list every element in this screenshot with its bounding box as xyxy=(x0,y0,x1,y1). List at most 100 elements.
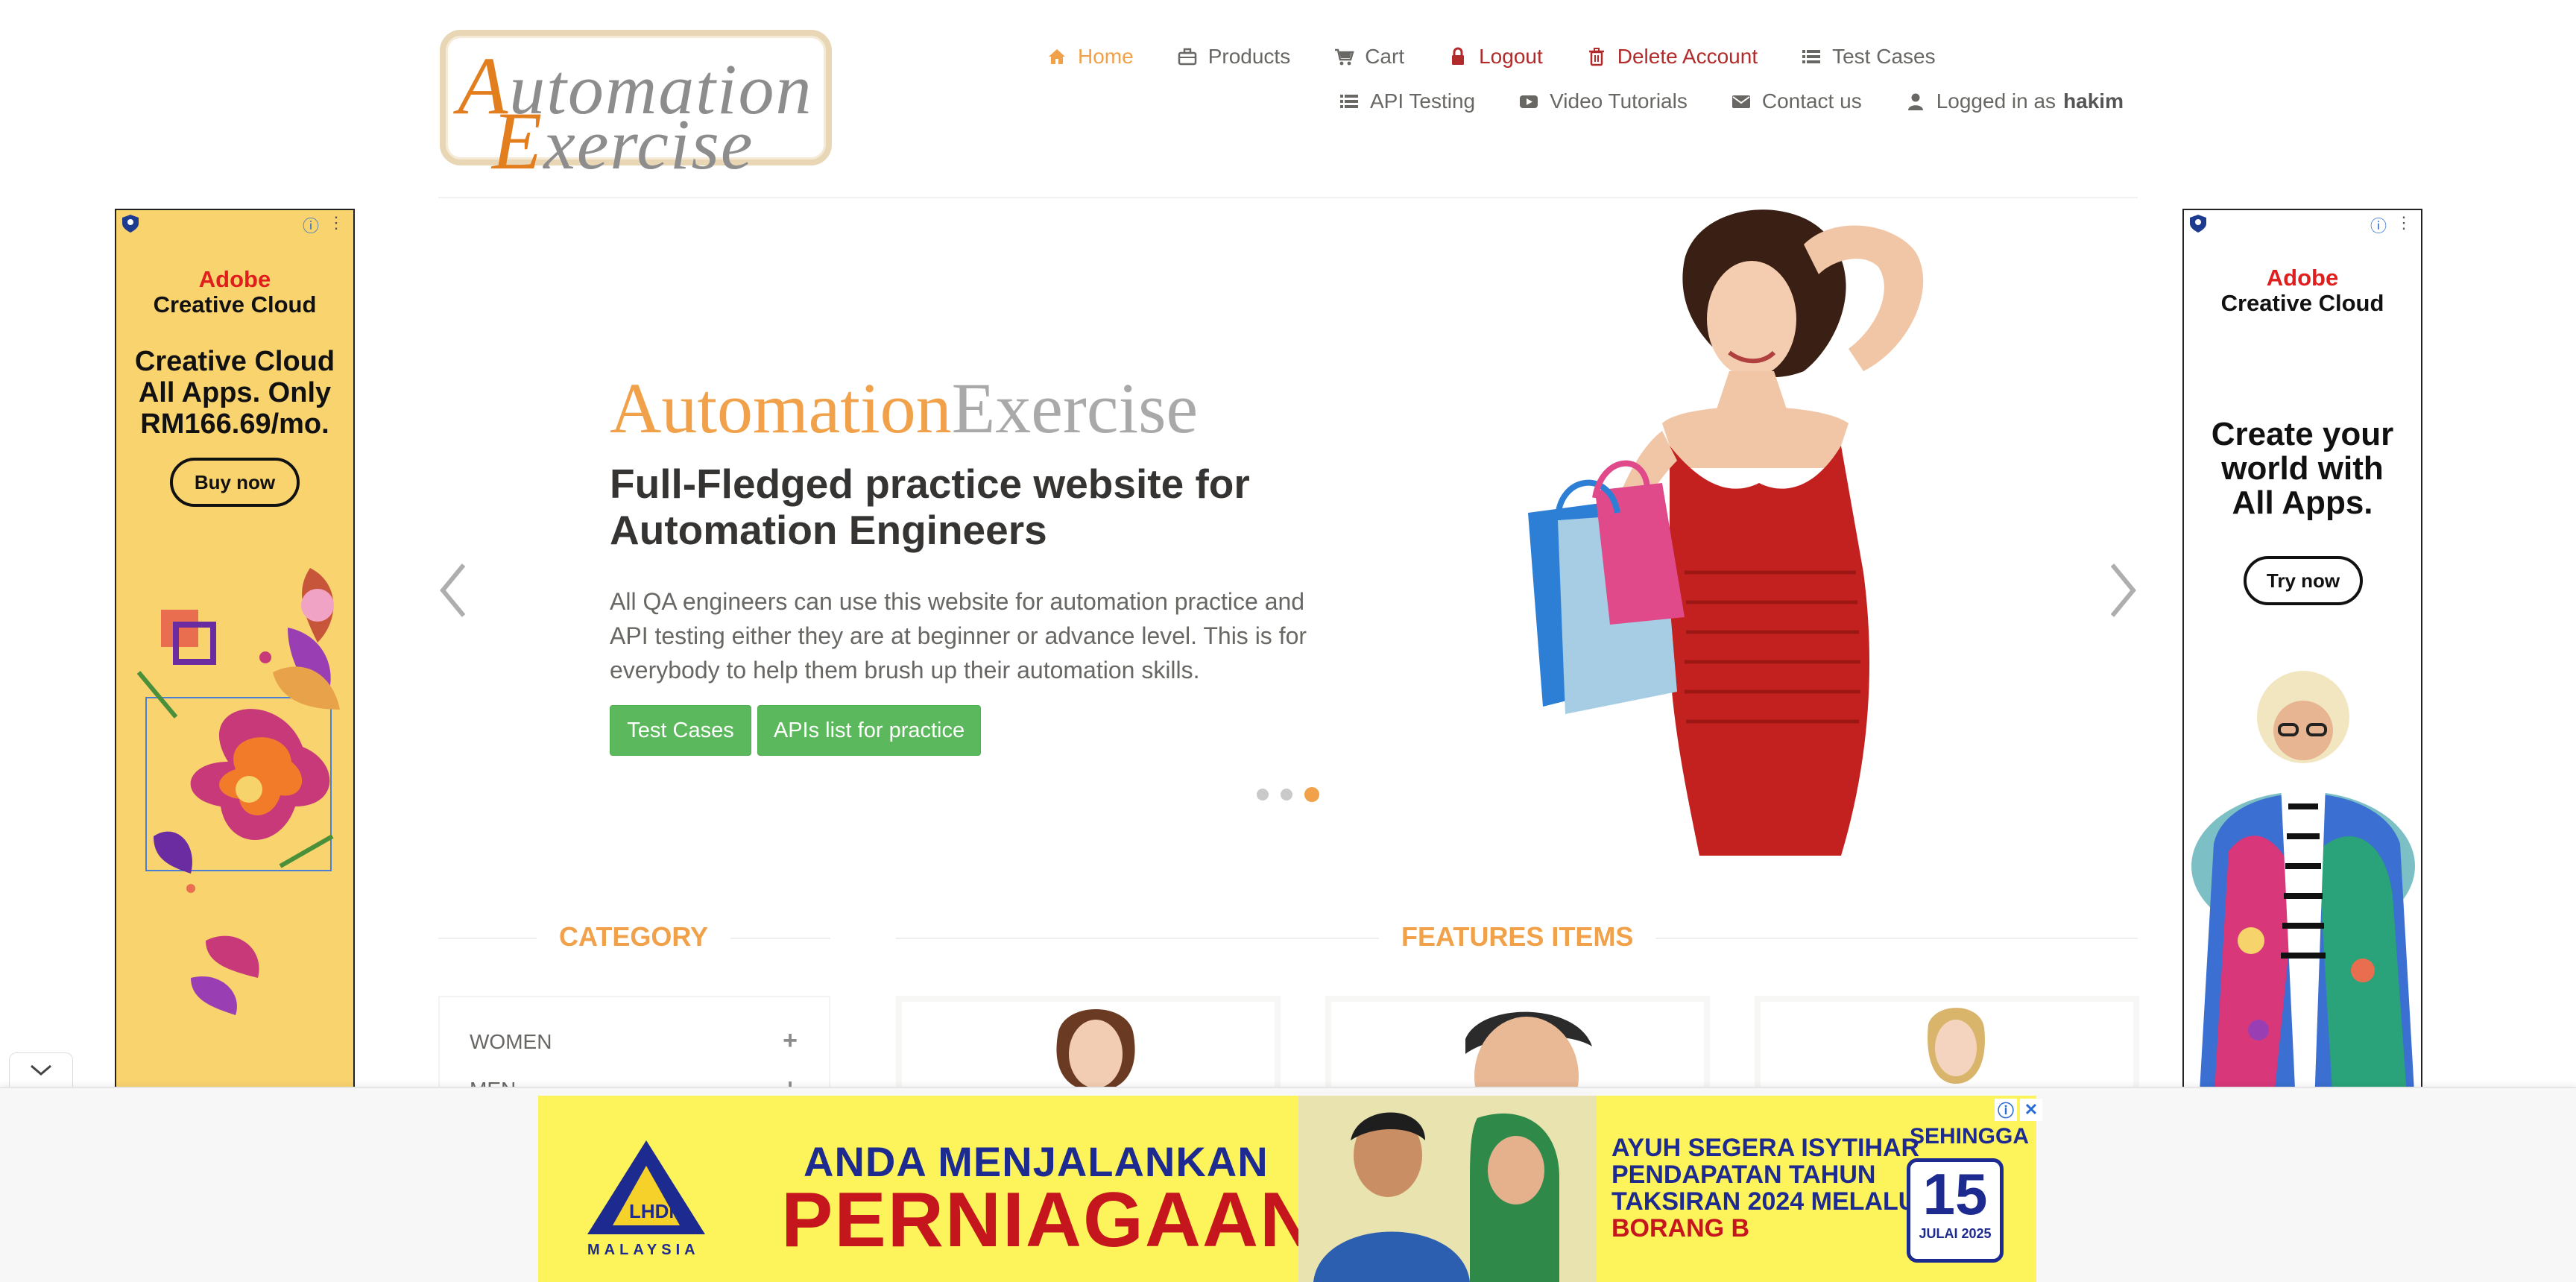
logo-line-2: Exercise xyxy=(492,94,754,189)
slider-next-button[interactable] xyxy=(2106,561,2139,620)
briefcase-icon xyxy=(1178,48,1196,66)
bottom-ad-date-day: 15 xyxy=(1922,1161,1988,1227)
right-ad-try-now-button[interactable]: Try now xyxy=(2244,556,2363,605)
bottom-ad-right-line-2: PENDAPATAN TAHUN xyxy=(1611,1161,1876,1189)
ad-menu-icon[interactable]: ⋮ xyxy=(2396,213,2412,233)
bottom-ad-date-box: 15 JULAI 2025 xyxy=(1907,1158,2004,1263)
logo-word-2: xercise xyxy=(543,104,754,184)
logo-letter-e: E xyxy=(492,95,544,186)
envelope-icon xyxy=(1731,95,1750,108)
bottom-ad-headline-2: PERNIAGAAN? xyxy=(781,1177,1366,1263)
slider-heading: Full-Fledged practice website for Automa… xyxy=(610,461,1355,553)
right-ad-headline: Create your world with All Apps. xyxy=(2184,417,2421,520)
chevron-down-icon xyxy=(31,1064,51,1076)
nav-logged-in-as: Logged in as hakim xyxy=(1905,89,2124,113)
plus-icon[interactable]: + xyxy=(783,1028,798,1054)
nav-logout[interactable]: Logout xyxy=(1448,45,1543,69)
lhdn-malaysia-text: MALAYSIA xyxy=(587,1242,700,1258)
nav-test-cases[interactable]: Test Cases xyxy=(1801,45,1936,69)
slider-brand-automation: Automation xyxy=(610,368,952,448)
slider-heading-line-1: Full-Fledged practice website for xyxy=(610,461,1250,507)
ad-info-icon[interactable]: ⓘ xyxy=(2370,213,2387,237)
trash-icon xyxy=(1588,48,1604,66)
list-icon xyxy=(1340,95,1358,108)
ad-menu-icon[interactable]: ⋮ xyxy=(328,213,344,233)
ad-info-icon[interactable]: ⓘ xyxy=(1995,1099,2017,1121)
site-logo[interactable]: Automation Exercise xyxy=(440,30,832,186)
ad-info-icon[interactable]: ⓘ xyxy=(303,213,319,237)
left-side-ad[interactable]: ⓘ ⋮ Adobe Creative Cloud Creative Cloud … xyxy=(115,209,355,1103)
nav-cart[interactable]: Cart xyxy=(1333,45,1404,69)
bottom-ad-right-line-4: BORANG B xyxy=(1611,1214,1750,1242)
left-ad-brand-cc: Creative Cloud xyxy=(153,291,317,318)
slider-dot-1[interactable] xyxy=(1257,789,1269,801)
left-ad-headline-3: RM166.69/mo. xyxy=(140,408,329,440)
right-ad-brand: Adobe Creative Cloud xyxy=(2184,265,2421,316)
header-divider xyxy=(438,197,2138,198)
left-ad-brand: Adobe Creative Cloud xyxy=(116,267,353,318)
nav-test-cases-label: Test Cases xyxy=(1832,45,1936,68)
nav-api-testing-label: API Testing xyxy=(1370,89,1476,113)
left-ad-buy-now-button[interactable]: Buy now xyxy=(170,458,300,507)
slider-description: All QA engineers can use this website fo… xyxy=(610,588,1307,683)
test-cases-button[interactable]: Test Cases xyxy=(610,705,751,756)
nav-delete-account-label: Delete Account xyxy=(1617,45,1758,68)
nav-video-tutorials[interactable]: Video Tutorials xyxy=(1518,89,1688,113)
right-ad-headline-1: Create your xyxy=(2211,416,2394,452)
left-ad-orchid-illustration xyxy=(136,568,340,1015)
right-side-ad[interactable]: ⓘ ⋮ Adobe Creative Cloud Create your wor… xyxy=(2182,209,2422,1103)
list-icon xyxy=(1802,50,1821,63)
hero-woman-shopping-image xyxy=(1528,209,1924,856)
right-ad-person-illustration xyxy=(2191,671,2415,1102)
bottom-ad-right-line-1: AYUH SEGERA ISYTIHAR xyxy=(1611,1134,1920,1162)
ad-shield-icon xyxy=(122,215,139,233)
ad-shield-icon xyxy=(2190,215,2206,233)
slider-prev-button[interactable] xyxy=(437,561,470,620)
left-ad-headline: Creative Cloud All Apps. Only RM166.69/m… xyxy=(116,346,353,440)
right-ad-brand-adobe: Adobe xyxy=(2266,265,2339,291)
close-icon[interactable]: ✕ xyxy=(2020,1099,2042,1121)
bottom-ad-toggle-button[interactable] xyxy=(9,1052,73,1087)
nav-logout-label: Logout xyxy=(1479,45,1543,68)
nav-api-testing[interactable]: API Testing xyxy=(1339,89,1475,113)
slider-dot-3[interactable] xyxy=(1304,787,1319,802)
main-nav-row-2: API Testing Video Tutorials Contact us L… xyxy=(1339,89,2124,113)
nav-delete-account[interactable]: Delete Account xyxy=(1586,45,1758,69)
bottom-banner-ad[interactable]: LHDN MALAYSIA ANDA MENJALANKAN PERNIAGAA… xyxy=(538,1096,2036,1282)
nav-video-tutorials-label: Video Tutorials xyxy=(1550,89,1688,113)
nav-home[interactable]: Home xyxy=(1046,45,1134,69)
left-ad-headline-1: Creative Cloud xyxy=(134,346,335,377)
lock-icon xyxy=(1452,47,1465,65)
apis-list-button[interactable]: APIs list for practice xyxy=(757,705,981,756)
slider-brand-title: AutomationExercise xyxy=(610,367,1198,449)
lhdn-logo-icon: LHDN xyxy=(587,1140,705,1234)
left-ad-brand-adobe: Adobe xyxy=(198,266,271,292)
category-women-label: WOMEN xyxy=(470,1030,552,1053)
bottom-ad-until-label: SEHINGGA xyxy=(1910,1124,2030,1149)
nav-contact-us[interactable]: Contact us xyxy=(1731,89,1862,113)
features-items-title: FEATURES ITEMS xyxy=(1379,921,1656,953)
right-ad-headline-2: world with xyxy=(2221,450,2384,487)
nav-contact-us-label: Contact us xyxy=(1761,89,1862,113)
logged-in-username: hakim xyxy=(2063,89,2124,113)
category-women[interactable]: WOMEN + xyxy=(470,1028,798,1054)
bottom-ad-right-line-3: TAKSIRAN 2024 MELALUI xyxy=(1611,1187,1924,1216)
bottom-ad-right-text: AYUH SEGERA ISYTIHAR PENDAPATAN TAHUN TA… xyxy=(1611,1134,1924,1242)
nav-products[interactable]: Products xyxy=(1177,45,1290,69)
svg-text:LHDN: LHDN xyxy=(629,1200,683,1222)
slider-heading-line-2: Automation Engineers xyxy=(610,507,1047,553)
logged-in-label: Logged in as xyxy=(1936,89,2056,113)
chevron-right-icon xyxy=(2110,563,2136,617)
right-ad-headline-3: All Apps. xyxy=(2232,484,2373,521)
category-title: CATEGORY xyxy=(537,921,731,953)
home-icon xyxy=(1049,49,1065,64)
user-icon xyxy=(1907,93,1923,110)
left-ad-headline-2: All Apps. Only xyxy=(138,377,332,408)
slider-dot-2[interactable] xyxy=(1281,789,1292,801)
youtube-icon xyxy=(1520,95,1538,108)
cart-icon xyxy=(1335,48,1354,66)
main-nav-row-1: Home Products Cart Logout Delete Account… xyxy=(1046,45,1936,69)
bottom-ad-date-month: JULAI 2025 xyxy=(1919,1226,1992,1241)
slider-brand-exercise: Exercise xyxy=(951,368,1199,448)
slider-indicators xyxy=(1257,787,1331,802)
